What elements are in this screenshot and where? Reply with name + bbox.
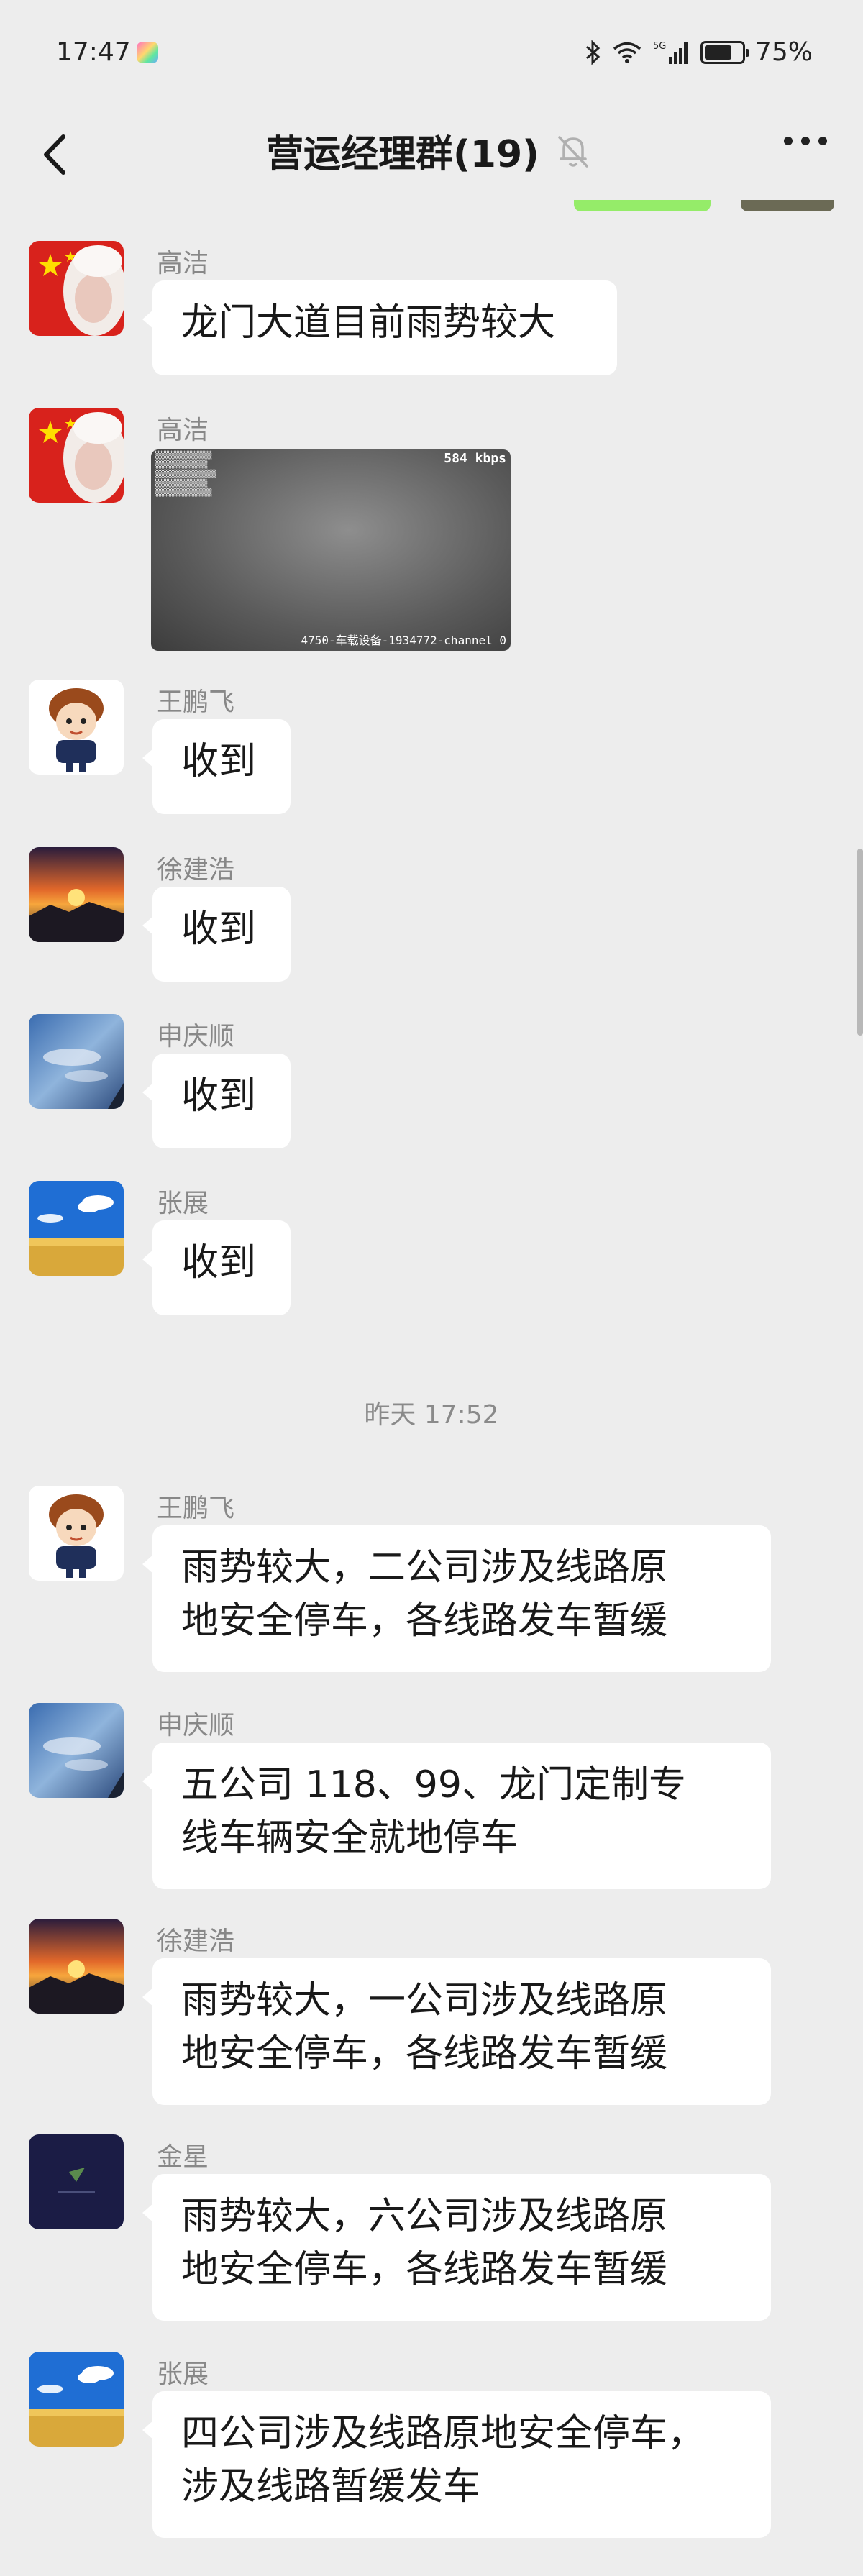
avatar[interactable] [29, 2352, 124, 2447]
message-text-line: 地安全停车，各线路发车暂缓 [181, 2248, 668, 2291]
message-text-line: 四公司涉及线路原地安全停车， [181, 2412, 706, 2455]
video-bitrate: 584 kbps [444, 451, 506, 466]
bluetooth-icon [585, 39, 601, 65]
message-text: 收到 [181, 908, 257, 951]
message-text-line: 地安全停车，各线路发车暂缓 [181, 1599, 668, 1643]
network-type: 5G [653, 41, 666, 52]
sender-name: 王鹏飞 [157, 1494, 235, 1523]
message-text-line: 涉及线路暂缓发车 [181, 2465, 481, 2508]
message-bubble[interactable]: 收到 [142, 1220, 291, 1315]
sender-name: 徐建浩 [157, 1927, 235, 1956]
sender-name: 王鹏飞 [157, 688, 235, 717]
avatar[interactable] [29, 1181, 124, 1276]
message-bubble[interactable]: 收到 [142, 887, 291, 982]
message-text: 收到 [181, 1074, 257, 1118]
message-bubble[interactable]: 收到 [142, 719, 291, 814]
status-bar: 17:47 5G 75% [0, 0, 863, 108]
avatar[interactable] [29, 847, 124, 942]
message-bubble[interactable]: 雨势较大，一公司涉及线路原 地安全停车，各线路发车暂缓 [142, 1958, 771, 2105]
battery-percent: 75% [754, 37, 813, 67]
status-icons: 5G 75% [584, 37, 813, 67]
message-text-line: 雨势较大，一公司涉及线路原 [181, 1979, 668, 2022]
message-bubble[interactable]: 雨势较大，六公司涉及线路原 地安全停车，各线路发车暂缓 [142, 2174, 771, 2321]
avatar[interactable] [29, 1486, 124, 1581]
avatar[interactable] [29, 1014, 124, 1109]
message-text: 龙门大道目前雨势较大 [181, 301, 556, 344]
message-bubble[interactable]: 雨势较大，二公司涉及线路原 地安全停车，各线路发车暂缓 [142, 1525, 771, 1672]
avatar[interactable] [29, 241, 124, 336]
sender-name: 申庆顺 [157, 1022, 235, 1051]
message-text: 收到 [181, 1241, 257, 1284]
message-text-line: 线车辆安全就地停车 [181, 1817, 519, 1860]
message-bubble[interactable]: 四公司涉及线路原地安全停车， 涉及线路暂缓发车 [142, 2391, 771, 2538]
sender-name: 金星 [157, 2142, 209, 2172]
avatar[interactable] [29, 2134, 124, 2229]
avatar[interactable] [29, 1919, 124, 2014]
time-separator: 昨天 17:52 [364, 1400, 499, 1430]
previous-message-fragment [741, 200, 834, 211]
previous-message-fragment [574, 200, 711, 211]
mute-bell-icon [558, 135, 588, 168]
avatar[interactable] [29, 680, 124, 775]
signal-icon: 5G [653, 41, 688, 64]
chat-title: 营运经理群(19) [266, 133, 539, 176]
sender-name: 高洁 [157, 416, 209, 445]
avatar[interactable] [29, 408, 124, 503]
avatar[interactable] [29, 1703, 124, 1798]
app-notification-icon [137, 42, 158, 63]
sender-name: 徐建浩 [157, 855, 235, 885]
video-message[interactable]: ▒▒▒▒▒▒▒▒▒▒▒▒▒ ▒▒▒▒▒▒▒▒▒▒▒▒ ▒▒▒▒▒▒▒▒▒▒▒▒▒▒ ▒… [151, 449, 511, 651]
video-osd-overlay: ▒▒▒▒▒▒▒▒▒▒▒▒▒ ▒▒▒▒▒▒▒▒▒▒▒▒ ▒▒▒▒▒▒▒▒▒▒▒▒▒▒ ▒… [155, 452, 216, 497]
status-time: 17:47 [56, 37, 131, 67]
message-text-line: 雨势较大，六公司涉及线路原 [181, 2195, 668, 2238]
message-text-line: 雨势较大，二公司涉及线路原 [181, 1546, 668, 1589]
chat-title-area: 营运经理群(19) [266, 124, 590, 178]
message-bubble[interactable]: 龙门大道目前雨势较大 [142, 280, 617, 375]
message-bubble[interactable]: 收到 [142, 1054, 291, 1148]
message-text-line: 地安全停车，各线路发车暂缓 [181, 2032, 668, 2075]
more-options-icon[interactable] [784, 137, 827, 145]
scrollbar[interactable] [857, 849, 863, 1036]
sender-name: 张展 [157, 1189, 209, 1218]
message-bubble[interactable]: 五公司 118、99、龙门定制专 线车辆安全就地停车 [142, 1743, 771, 1889]
sender-name: 高洁 [157, 249, 209, 278]
message-text-line: 五公司 118、99、龙门定制专 [181, 1763, 686, 1807]
wifi-icon [613, 42, 641, 63]
back-arrow-icon[interactable] [36, 129, 79, 180]
video-channel-label: 4750-车载设备-1934772-channel 0 [301, 634, 506, 647]
sender-name: 申庆顺 [157, 1711, 235, 1740]
message-text: 收到 [181, 740, 257, 783]
chat-header: 营运经理群(19) [0, 108, 863, 201]
battery-icon [700, 40, 749, 64]
sender-name: 张展 [157, 2360, 209, 2389]
